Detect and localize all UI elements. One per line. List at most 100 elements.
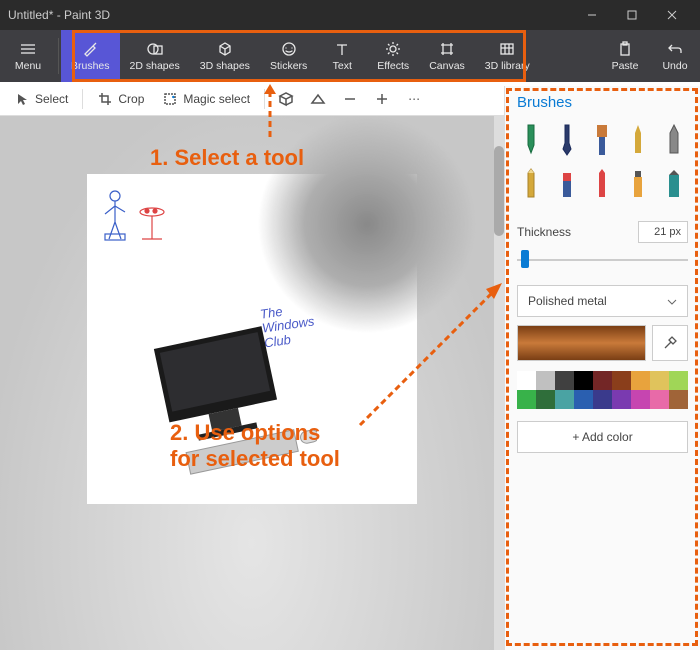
marker-brush[interactable] <box>520 123 542 157</box>
menu-label: Menu <box>15 60 41 72</box>
thickness-slider[interactable] <box>517 247 688 271</box>
palette-swatch[interactable] <box>631 390 650 409</box>
minimize-button[interactable] <box>572 0 612 30</box>
effects-tab[interactable]: Effects <box>367 30 419 82</box>
palette-swatch[interactable] <box>612 390 631 409</box>
paste-button[interactable]: Paste <box>600 30 650 82</box>
eraser-brush[interactable] <box>556 167 578 201</box>
canvas-area[interactable]: The Windows Club <box>87 174 417 504</box>
text-label: Text <box>333 60 352 72</box>
stickers-tab[interactable]: Stickers <box>260 30 317 82</box>
undo-label: Undo <box>662 60 687 72</box>
brush-texture <box>257 116 477 334</box>
panel-title: Brushes <box>517 94 688 111</box>
color-palette <box>517 371 688 409</box>
ribbon-separator <box>58 38 59 74</box>
palette-swatch[interactable] <box>612 371 631 390</box>
scrollbar-track[interactable] <box>494 116 504 650</box>
toolbar-separator <box>82 89 83 109</box>
material-dropdown[interactable]: Polished metal <box>517 285 688 317</box>
magic-select-tool[interactable]: Magic select <box>154 86 258 112</box>
palette-swatch[interactable] <box>536 371 555 390</box>
canvas-tab[interactable]: Canvas <box>419 30 475 82</box>
stickers-label: Stickers <box>270 60 307 72</box>
effects-label: Effects <box>377 60 409 72</box>
thickness-section: Thickness 21 px <box>517 221 688 243</box>
pixel-pen-brush[interactable] <box>663 123 685 157</box>
paste-icon <box>616 40 634 58</box>
slider-thumb[interactable] <box>521 250 529 268</box>
brush-grid <box>517 123 688 201</box>
pencil-brush[interactable] <box>520 167 542 201</box>
palette-swatch[interactable] <box>555 390 574 409</box>
watercolor-brush[interactable] <box>627 123 649 157</box>
canvas-label: Canvas <box>429 60 465 72</box>
brush-icon <box>81 40 99 58</box>
palette-swatch[interactable] <box>593 371 612 390</box>
fill-brush[interactable] <box>663 167 685 201</box>
eyedropper-button[interactable] <box>652 325 688 361</box>
window-title: Untitled* - Paint 3D <box>8 8 572 22</box>
text-icon <box>333 40 351 58</box>
library-icon <box>498 40 516 58</box>
palette-swatch[interactable] <box>650 390 669 409</box>
crop-label: Crop <box>118 92 144 106</box>
spray-brush[interactable] <box>627 167 649 201</box>
cursor-icon <box>14 91 30 107</box>
magic-select-label: Magic select <box>183 92 250 106</box>
3d-library-tab[interactable]: 3D library <box>475 30 540 82</box>
palette-swatch[interactable] <box>536 390 555 409</box>
palette-swatch[interactable] <box>574 390 593 409</box>
undo-button[interactable]: Undo <box>650 30 700 82</box>
current-color-swatch[interactable] <box>517 325 646 361</box>
view-3d-button[interactable] <box>271 84 301 114</box>
palette-swatch[interactable] <box>631 371 650 390</box>
slider-track <box>517 259 688 261</box>
shapes-2d-icon <box>146 40 164 58</box>
palette-swatch[interactable] <box>517 371 536 390</box>
select-tool[interactable]: Select <box>6 86 76 112</box>
effects-icon <box>384 40 402 58</box>
brushes-tab[interactable]: Brushes <box>61 30 120 82</box>
crop-tool[interactable]: Crop <box>89 86 152 112</box>
ribbon-spacer <box>540 30 600 82</box>
thickness-input[interactable]: 21 px <box>638 221 688 243</box>
close-button[interactable] <box>652 0 692 30</box>
maximize-button[interactable] <box>612 0 652 30</box>
menu-button[interactable]: Menu <box>0 30 56 82</box>
palette-swatch[interactable] <box>574 371 593 390</box>
chevron-down-icon <box>667 294 677 308</box>
undo-icon <box>666 40 684 58</box>
brushes-label: Brushes <box>71 60 110 72</box>
palette-swatch[interactable] <box>669 371 688 390</box>
palette-swatch[interactable] <box>669 390 688 409</box>
brushes-panel: Brushes Thickness 21 px Polished metal +… <box>504 86 700 650</box>
shapes-3d-icon <box>216 40 234 58</box>
more-button[interactable]: ⋯ <box>399 84 429 114</box>
3d-shapes-tab[interactable]: 3D shapes <box>190 30 260 82</box>
palette-swatch[interactable] <box>517 390 536 409</box>
zoom-out-button[interactable] <box>335 84 365 114</box>
2d-shapes-label: 2D shapes <box>130 60 180 72</box>
palette-swatch[interactable] <box>650 371 669 390</box>
workspace: The Windows Club <box>0 116 504 650</box>
oil-brush[interactable] <box>591 123 613 157</box>
menu-icon <box>19 40 37 58</box>
text-tab[interactable]: Text <box>317 30 367 82</box>
palette-swatch[interactable] <box>593 390 612 409</box>
add-color-button[interactable]: + Add color <box>517 421 688 453</box>
computer-drawing <box>147 324 317 484</box>
calligraphy-brush[interactable] <box>556 123 578 157</box>
view-mixed-button[interactable] <box>303 84 333 114</box>
crayon-brush[interactable] <box>591 167 613 201</box>
3d-shapes-label: 3D shapes <box>200 60 250 72</box>
2d-shapes-tab[interactable]: 2D shapes <box>120 30 190 82</box>
magic-select-icon <box>162 91 178 107</box>
crop-icon <box>97 91 113 107</box>
zoom-in-button[interactable] <box>367 84 397 114</box>
select-label: Select <box>35 92 68 106</box>
material-value: Polished metal <box>528 294 607 308</box>
paste-label: Paste <box>612 60 639 72</box>
scrollbar-thumb[interactable] <box>494 146 504 236</box>
palette-swatch[interactable] <box>555 371 574 390</box>
